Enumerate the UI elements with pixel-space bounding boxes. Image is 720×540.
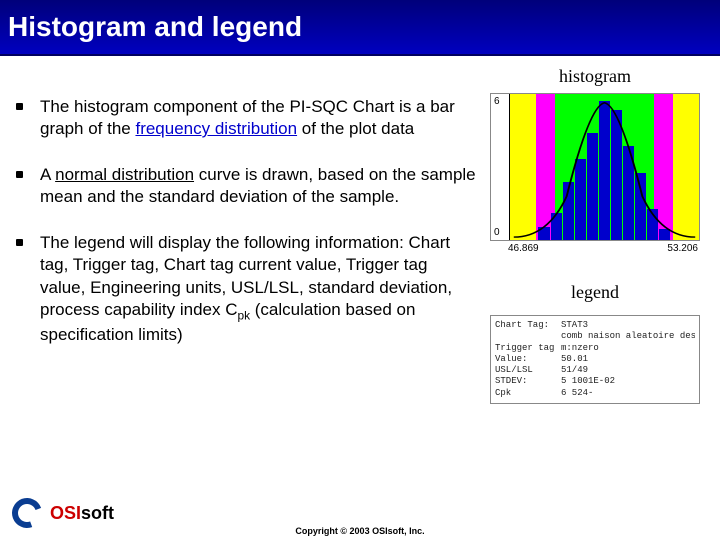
x-tick: 46.869: [508, 243, 539, 254]
bar: [575, 159, 586, 240]
subscript: pk: [237, 308, 250, 322]
bar: [538, 227, 549, 240]
logo-swirl-icon: [10, 496, 44, 530]
legend-value: 5 1001E-02: [561, 376, 615, 387]
legend-label: legend: [571, 282, 619, 303]
bullet-item: A normal distribution curve is drawn, ba…: [12, 164, 476, 208]
legend-box: Chart Tag:STAT3comb naison aleatoire des…: [490, 315, 700, 404]
legend-key: USL/LSL: [495, 365, 561, 376]
legend-row: comb naison aleatoire des: [495, 331, 695, 342]
logo-text: OSIsoft: [50, 503, 114, 524]
link-text: frequency distribution: [135, 119, 297, 138]
zone-outer: [673, 94, 699, 240]
y-tick: 0: [494, 227, 507, 238]
bar: [623, 146, 634, 240]
legend-row: Chart Tag:STAT3: [495, 320, 695, 331]
y-tick: 6: [494, 96, 507, 107]
underline-text: normal distribution: [55, 165, 194, 184]
bullet-list: The histogram component of the PI-SQC Ch…: [12, 96, 476, 346]
legend-value: 50.01: [561, 354, 588, 365]
legend-row: STDEV:5 1001E-02: [495, 376, 695, 387]
copyright: Copyright © 2003 OSIsoft, Inc.: [0, 526, 720, 536]
bar: [659, 229, 670, 240]
bars: [536, 94, 672, 240]
legend-key: [495, 331, 561, 342]
title-bar: Histogram and legend: [0, 0, 720, 56]
bar: [599, 101, 610, 240]
bar: [587, 133, 598, 240]
legend-key: STDEV:: [495, 376, 561, 387]
legend-key: Value:: [495, 354, 561, 365]
zone-outer: [510, 94, 536, 240]
legend-key: Trigger tag: [495, 343, 561, 354]
legend-value: STAT3: [561, 320, 588, 331]
legend-value: m:nzero: [561, 343, 599, 354]
bullet-item: The legend will display the following in…: [12, 232, 476, 345]
bar: [611, 110, 622, 240]
bar: [563, 182, 574, 240]
text: of the plot data: [297, 119, 414, 138]
legend-row: Value:50.01: [495, 354, 695, 365]
logo-accent: OSI: [50, 503, 81, 523]
logo: OSIsoft: [10, 496, 114, 530]
histogram-label: histogram: [559, 66, 631, 87]
legend-value: 51/49: [561, 365, 588, 376]
legend-value: comb naison aleatoire des: [561, 331, 695, 342]
content: The histogram component of the PI-SQC Ch…: [0, 56, 720, 404]
right-column: histogram 6 0: [476, 62, 714, 404]
x-axis: 46.869 53.206: [490, 241, 700, 254]
bullet-column: The histogram component of the PI-SQC Ch…: [6, 62, 476, 404]
legend-value: 6 524-: [561, 388, 593, 399]
legend-row: Cpk6 524-: [495, 388, 695, 399]
x-tick: 53.206: [667, 243, 698, 254]
text: A: [40, 165, 55, 184]
logo-rest: soft: [81, 503, 114, 523]
bar: [551, 213, 562, 240]
plot-area: [509, 94, 699, 240]
page-title: Histogram and legend: [8, 11, 302, 43]
legend-key: Chart Tag:: [495, 320, 561, 331]
bullet-item: The histogram component of the PI-SQC Ch…: [12, 96, 476, 140]
bar: [647, 209, 658, 240]
legend-row: Trigger tagm:nzero: [495, 343, 695, 354]
histogram-chart: 6 0 46.869 53.206: [490, 93, 700, 254]
chart-inner: 6 0: [490, 93, 700, 241]
legend-key: Cpk: [495, 388, 561, 399]
bar: [635, 173, 646, 240]
y-axis: 6 0: [491, 94, 509, 240]
legend-row: USL/LSL51/49: [495, 365, 695, 376]
